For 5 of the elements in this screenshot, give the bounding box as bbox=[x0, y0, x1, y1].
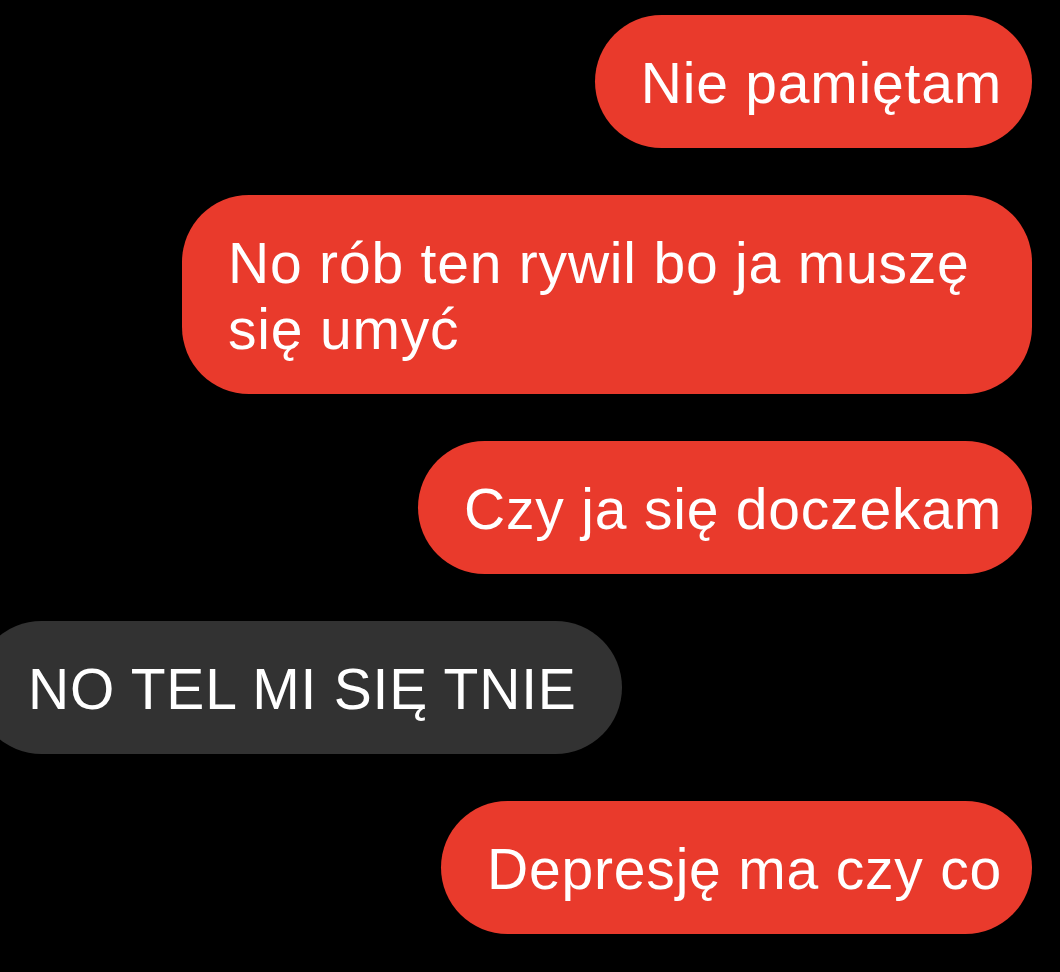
message-bubble: Czy ja się doczekam bbox=[418, 441, 1032, 574]
message-bubble: No rób ten rywil bo ja muszę się umyć bbox=[182, 195, 1032, 394]
message-bubble: Nie pamiętam bbox=[594, 15, 1032, 148]
message-bubble: NO TEL MI SIĘ TNIE bbox=[0, 621, 622, 754]
message-bubble: Depresję ma czy co bbox=[441, 801, 1032, 934]
